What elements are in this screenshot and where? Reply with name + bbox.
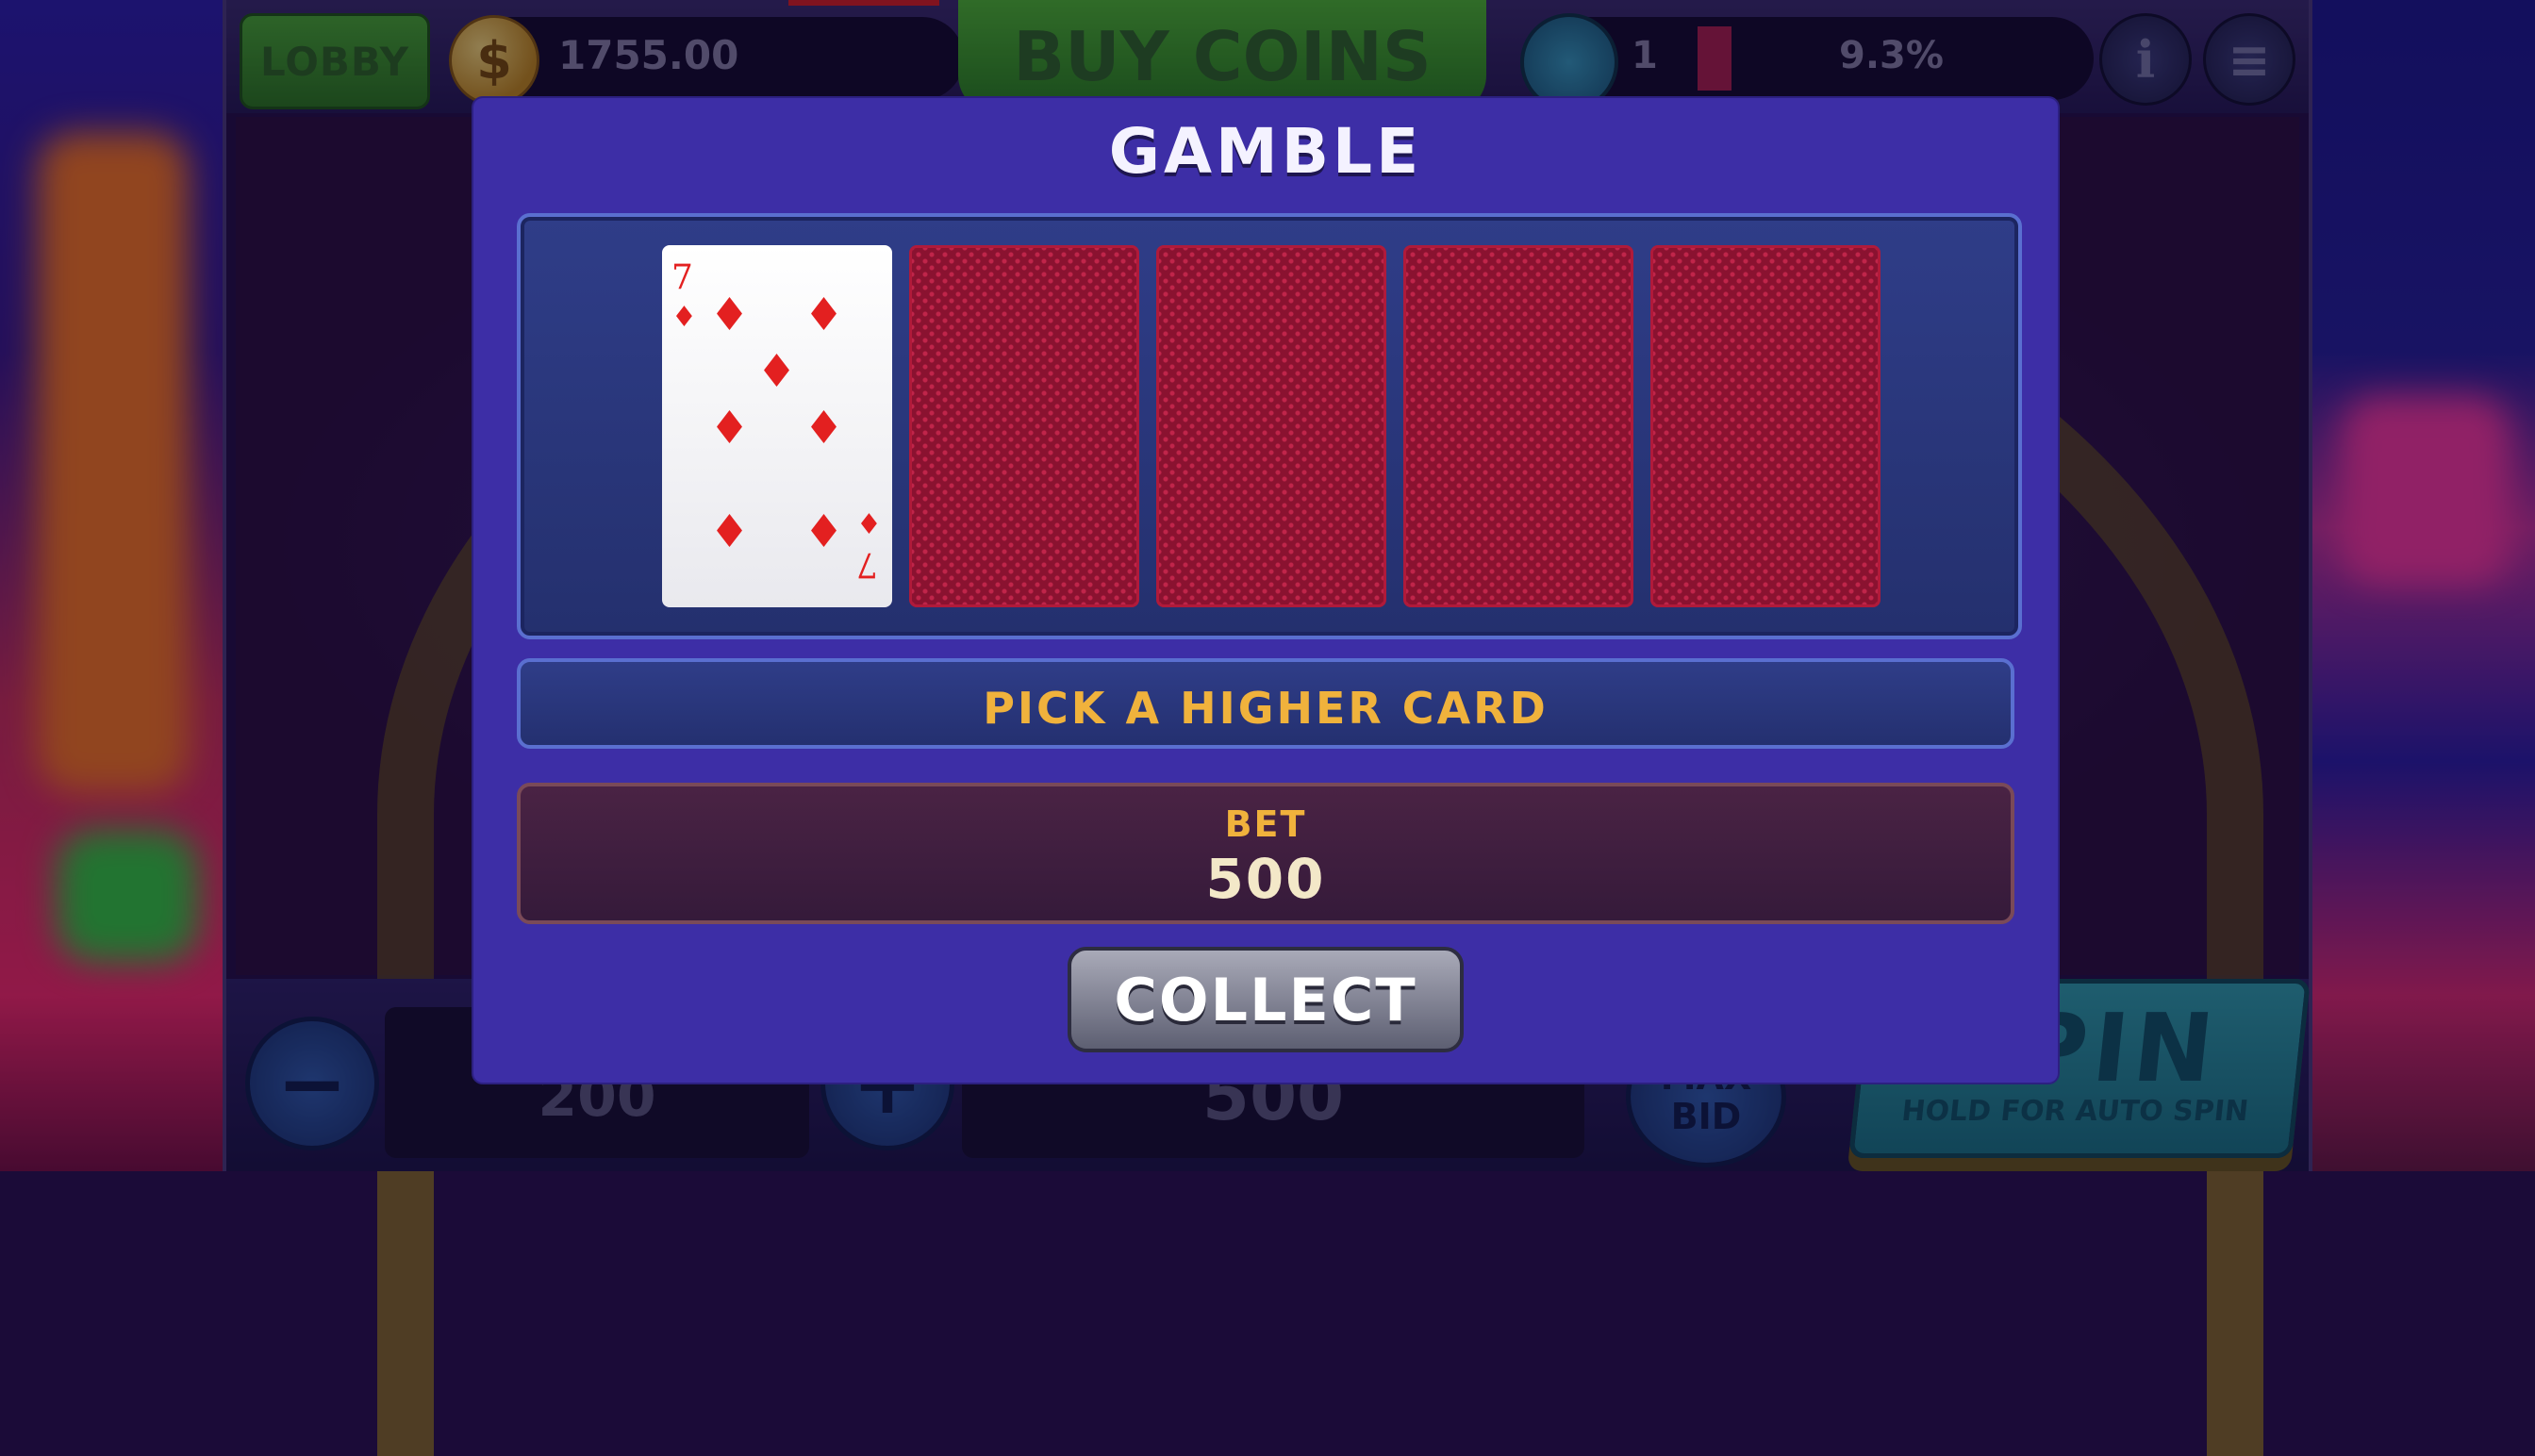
bet-value: 500 [1205,847,1326,911]
card-rank-top: 7 [671,258,693,297]
gamble-title: GAMBLE [1108,115,1423,188]
card-rank-bottom: 7 [856,545,878,584]
collect-button[interactable]: COLLECT [1068,947,1464,1052]
card-suit-top: ♦ [671,301,697,334]
instruction-text: PICK A HIGHER CARD [983,683,1549,734]
diamond-pip: ♦ [709,402,751,455]
face-down-card[interactable] [1650,245,1881,607]
bet-label: BET [1224,803,1307,845]
diamond-pip: ♦ [709,289,751,341]
diamond-pip: ♦ [709,505,751,558]
gamble-dialog: GAMBLE 7 ♦ ♦ ♦ ♦ ♦ ♦ ♦ ♦ ♦ 7 PICK A HIGH… [473,98,2058,1083]
diamond-pip: ♦ [756,345,798,398]
diamond-pip: ♦ [804,402,845,455]
cards-panel: 7 ♦ ♦ ♦ ♦ ♦ ♦ ♦ ♦ ♦ 7 [517,213,2022,639]
dealer-card: 7 ♦ ♦ ♦ ♦ ♦ ♦ ♦ ♦ ♦ 7 [662,245,892,607]
diamond-pip: ♦ [804,505,845,558]
face-down-card[interactable] [1403,245,1633,607]
bet-display: BET 500 [517,783,2014,924]
card-suit-bottom: ♦ [856,508,882,541]
face-down-card[interactable] [1156,245,1386,607]
instruction-bar: PICK A HIGHER CARD [517,658,2014,749]
diamond-pip: ♦ [804,289,845,341]
face-down-card[interactable] [909,245,1139,607]
